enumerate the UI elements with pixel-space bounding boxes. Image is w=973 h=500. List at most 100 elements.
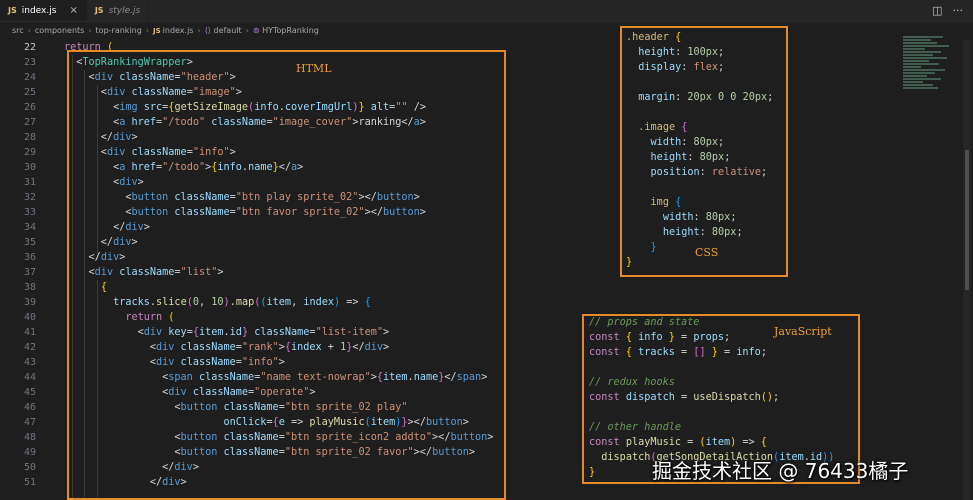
minimap-line — [903, 54, 933, 56]
line-number: 22 — [23, 42, 36, 53]
editor-tab-bar: JS index.js × JS style.js ◫ ··· — [0, 0, 973, 22]
minimap-line — [903, 60, 929, 62]
code-token: } — [589, 467, 596, 478]
code-token: flex — [693, 62, 719, 73]
css-code-line: position: relative; — [626, 165, 773, 180]
line-number: 38 — [23, 282, 36, 293]
chevron-right-icon: › — [27, 26, 31, 35]
minimap-line — [903, 36, 943, 38]
minimap-line — [903, 51, 941, 53]
close-icon[interactable]: × — [69, 5, 77, 16]
css-code-line: width: 80px; — [626, 210, 773, 225]
line-number: 23 — [23, 57, 36, 68]
minimap-line — [903, 57, 947, 59]
breadcrumb-item-export[interactable]: ⟨⟩ default — [205, 26, 242, 35]
code-token: info — [638, 332, 663, 343]
css-code-line: height: 100px; — [626, 45, 773, 60]
minimap-line — [903, 66, 921, 68]
code-token: ; — [718, 137, 725, 148]
chevron-right-icon: › — [197, 26, 201, 35]
js-annotation-label: JavaScript — [774, 325, 832, 338]
code-token: const — [589, 437, 620, 448]
code-token: { — [681, 122, 688, 133]
line-number: 30 — [23, 162, 36, 173]
line-number: 49 — [23, 447, 36, 458]
tab-label: style.js — [108, 5, 141, 16]
html-annotation-box — [67, 50, 506, 500]
css-code-line: margin: 20px 0 0 20px; — [626, 90, 773, 105]
js-code-line: const playMusic = (item) => { — [589, 435, 834, 450]
code-token: ; — [724, 332, 731, 343]
more-actions-icon[interactable]: ··· — [953, 4, 964, 17]
html-annotation-label: HTML — [296, 62, 332, 75]
code-token: => — [736, 437, 761, 448]
code-token: = — [681, 437, 700, 448]
code-token: () — [760, 392, 774, 403]
css-code-line: width: 80px; — [626, 135, 773, 150]
breadcrumb-item[interactable]: top-ranking — [96, 26, 142, 35]
css-code-line — [626, 105, 773, 120]
minimap-line — [903, 84, 933, 86]
tab-style-js[interactable]: JS style.js — [87, 0, 150, 21]
tab-label: index.js — [21, 5, 57, 16]
code-token: : — [681, 62, 694, 73]
js-code-line — [589, 405, 834, 420]
breadcrumb-export-label: default — [213, 26, 242, 35]
css-code-line — [626, 180, 773, 195]
watermark: 掘金技术社区 @ 76433橘子 — [652, 459, 909, 483]
breadcrumb-item-component[interactable]: ⊚ HYTopRanking — [253, 26, 319, 35]
export-symbol-icon: ⟨⟩ — [204, 26, 211, 35]
minimap[interactable] — [903, 36, 961, 106]
breadcrumb-item-file[interactable]: JS index.js — [153, 26, 193, 35]
code-token: const — [589, 392, 620, 403]
code-token: : — [693, 212, 706, 223]
css-code-line — [626, 75, 773, 90]
split-editor-icon[interactable]: ◫ — [932, 4, 942, 17]
code-token: = — [717, 347, 737, 358]
code-token: height — [638, 47, 676, 58]
line-number: 44 — [23, 372, 36, 383]
line-number: 50 — [23, 462, 36, 473]
code-token: ; — [718, 47, 725, 58]
tab-index-js[interactable]: JS index.js × — [0, 0, 87, 21]
code-token: { — [760, 437, 767, 448]
code-token: item — [705, 437, 731, 448]
code-token: { — [675, 32, 682, 43]
line-number: 27 — [23, 117, 36, 128]
breadcrumb-item[interactable]: src — [12, 26, 24, 35]
line-number: 26 — [23, 102, 36, 113]
minimap-line — [903, 48, 925, 50]
code-token: 100px — [687, 47, 719, 58]
line-number: 48 — [23, 432, 36, 443]
code-token: ; — [767, 92, 774, 103]
minimap-line — [903, 78, 941, 80]
minimap-line — [903, 87, 938, 89]
scrollbar-thumb[interactable] — [965, 150, 969, 290]
code-token: info — [736, 347, 761, 358]
js-file-icon: JS — [153, 27, 161, 35]
breadcrumb-item[interactable]: components — [35, 26, 84, 35]
chevron-right-icon: › — [245, 26, 249, 35]
line-number: 42 — [23, 342, 36, 353]
code-token: = — [674, 347, 694, 358]
code-token: { — [675, 197, 682, 208]
line-number: 40 — [23, 312, 36, 323]
line-number: 43 — [23, 357, 36, 368]
code-token: ; — [760, 167, 768, 178]
code-token: : — [699, 167, 712, 178]
minimap-line — [903, 69, 945, 71]
code-token: 80px — [693, 137, 719, 148]
code-token: } — [626, 257, 633, 268]
breadcrumb-component-label: HYTopRanking — [262, 26, 319, 35]
chevron-right-icon: › — [88, 26, 92, 35]
code-token: } — [650, 242, 657, 253]
line-number: 41 — [23, 327, 36, 338]
